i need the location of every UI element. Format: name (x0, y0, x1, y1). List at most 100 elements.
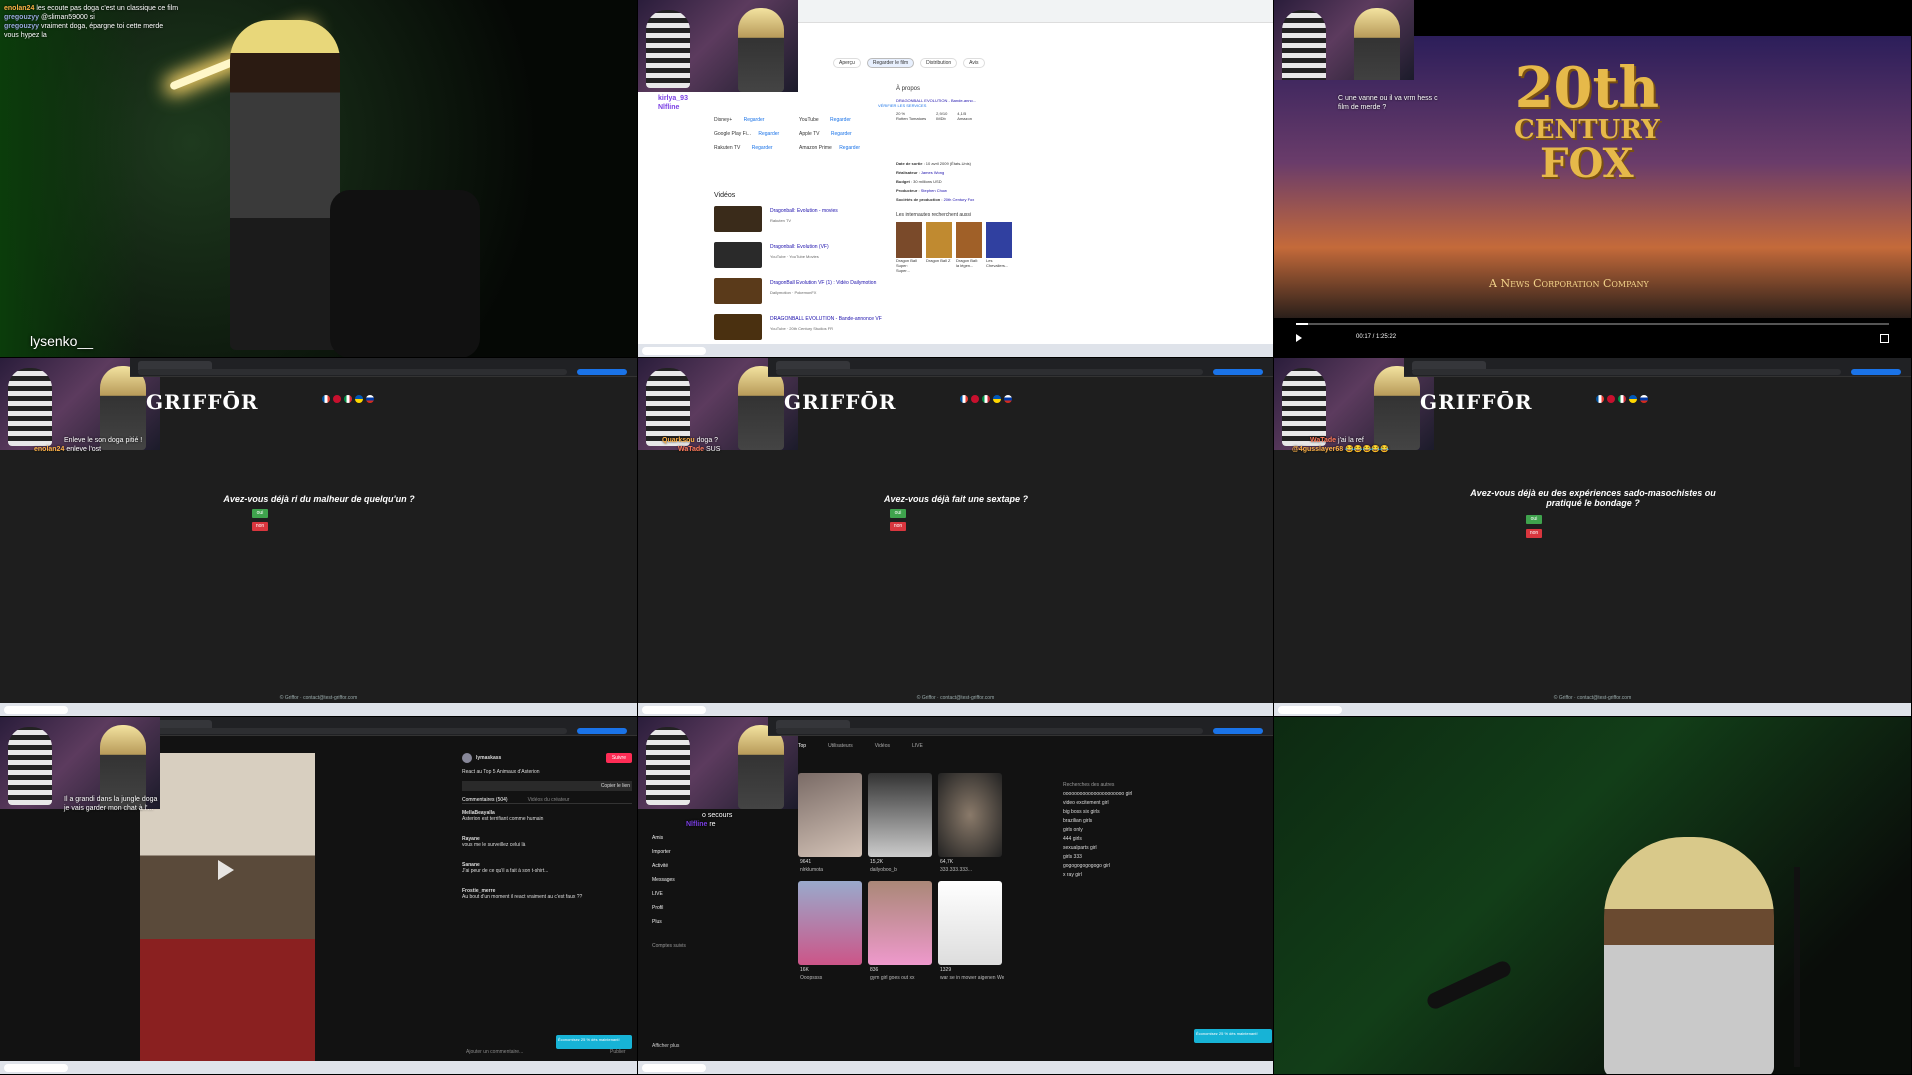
also-item[interactable]: Les Chevaliers... (986, 222, 1012, 273)
sidebar-item-profil[interactable]: Profil (652, 905, 663, 911)
browser-account-button[interactable] (577, 728, 627, 734)
result-user[interactable]: 333.333.333... (940, 867, 972, 873)
taskbar-search[interactable] (4, 1063, 68, 1072)
related-item[interactable]: oooooooooooooooooooooo girl (1063, 790, 1132, 799)
sidebar-item-importer[interactable]: Importer (652, 849, 671, 855)
griffor-logo[interactable]: GRIFFŌR (146, 390, 259, 414)
browser-account-button[interactable] (1851, 369, 1901, 375)
also-item[interactable]: Dragon Ball: la légen... (956, 222, 982, 273)
taskbar-search[interactable] (642, 705, 706, 714)
related-item[interactable]: video excitement girl (1063, 799, 1132, 808)
author-name[interactable]: lymaskass (476, 755, 501, 761)
follow-button[interactable]: Suivre (605, 753, 632, 763)
related-item[interactable]: brazilian girls (1063, 817, 1132, 826)
taskbar-search[interactable] (4, 705, 68, 714)
tab-videos[interactable]: Vidéos (875, 743, 890, 749)
flag-ru-icon[interactable] (1640, 395, 1648, 403)
sidebar-item-amis[interactable]: Amis (652, 835, 663, 841)
flag-ua-icon[interactable] (1629, 395, 1637, 403)
related-item[interactable]: 444 girls (1063, 835, 1132, 844)
flag-it-icon[interactable] (344, 395, 352, 403)
player-progress[interactable] (1296, 323, 1889, 325)
result-user[interactable]: gym girl goes out xx (870, 975, 914, 981)
flag-ru-icon[interactable] (1004, 395, 1012, 403)
sidebar-item-plus[interactable]: Plus (652, 919, 662, 925)
result-card[interactable] (868, 773, 932, 857)
video-result[interactable]: Dragonball: Evolution (VF) YouTube · You… (714, 242, 894, 278)
flag-it-icon[interactable] (982, 395, 990, 403)
related-item[interactable]: sexualparts girl (1063, 844, 1132, 853)
show-more-link[interactable]: Afficher plus (652, 1043, 679, 1049)
taskbar-search[interactable] (642, 346, 706, 355)
service-item[interactable]: Google Play Fi... Regarder (714, 131, 799, 137)
taskbar-search[interactable] (642, 1063, 706, 1072)
fullscreen-icon[interactable] (1880, 334, 1889, 343)
service-item[interactable]: YouTube Regarder (799, 117, 884, 123)
also-item[interactable]: Dragon Ball Z (926, 222, 952, 273)
service-item[interactable]: Rakuten TV Regarder (714, 145, 799, 151)
address-bar[interactable] (1412, 369, 1841, 375)
tab-users[interactable]: Utilisateurs (828, 743, 853, 749)
address-bar[interactable] (138, 728, 567, 734)
address-bar[interactable] (776, 728, 1203, 734)
flag-fr-icon[interactable] (322, 395, 330, 403)
copy-link-button[interactable]: Copier le lien (601, 783, 630, 789)
tab-live[interactable]: LIVE (912, 743, 923, 749)
related-item[interactable]: gogogogogogogo girl (1063, 862, 1132, 871)
related-item[interactable]: big boss six girls (1063, 808, 1132, 817)
flag-it-icon[interactable] (1618, 395, 1626, 403)
flag-fr-icon[interactable] (1596, 395, 1604, 403)
sidebar-item-live[interactable]: LIVE (652, 891, 663, 897)
result-card[interactable] (798, 881, 862, 965)
result-card[interactable] (868, 881, 932, 965)
griffor-logo[interactable]: GRIFFŌR (784, 390, 897, 414)
no-button[interactable]: non (890, 522, 906, 531)
taskbar-search[interactable] (1278, 705, 1342, 714)
address-bar[interactable] (776, 369, 1203, 375)
play-icon[interactable] (1296, 334, 1302, 342)
result-card[interactable] (938, 881, 1002, 965)
add-comment-input[interactable]: Ajouter un commentaire... (466, 1049, 523, 1055)
no-button[interactable]: non (252, 522, 268, 531)
no-button[interactable]: non (1526, 529, 1542, 538)
sidebar-item-messages[interactable]: Messages (652, 877, 675, 883)
service-item[interactable]: Disney+ Regarder (714, 117, 799, 123)
flag-uk-icon[interactable] (333, 395, 341, 403)
result-user[interactable]: nlrklumota (800, 867, 823, 873)
related-item[interactable]: girls only (1063, 826, 1132, 835)
result-card[interactable] (938, 773, 1002, 857)
related-item[interactable]: girls 333 (1063, 853, 1132, 862)
service-item[interactable]: Amazon Prime Regarder (799, 145, 884, 151)
yes-button[interactable]: oui (890, 509, 906, 518)
service-item[interactable]: Apple TV Regarder (799, 131, 884, 137)
browser-account-button[interactable] (1213, 728, 1263, 734)
flag-ru-icon[interactable] (366, 395, 374, 403)
tab-regarder[interactable]: Regarder le film (866, 58, 915, 68)
flag-uk-icon[interactable] (971, 395, 979, 403)
yes-button[interactable]: oui (252, 509, 268, 518)
related-item[interactable]: x ray girl (1063, 871, 1132, 880)
tab-avis[interactable]: Avis (963, 58, 985, 68)
griffor-logo[interactable]: GRIFFŌR (1420, 390, 1533, 414)
promo-banner[interactable]: Économisez 25 % dès maintenant! (556, 1035, 632, 1049)
flag-fr-icon[interactable] (960, 395, 968, 403)
result-user[interactable]: dailyoboo_b (870, 867, 897, 873)
tab-apercu[interactable]: Aperçu (833, 58, 861, 68)
also-item[interactable]: Dragon Ball Super: Super... (896, 222, 922, 273)
yes-button[interactable]: oui (1526, 515, 1542, 524)
tab-comments[interactable]: Commentaires (504) (462, 797, 508, 803)
post-button[interactable]: Publier (610, 1049, 626, 1055)
result-user[interactable]: war se in mower aigenen We... (940, 975, 1004, 981)
avatar[interactable] (462, 753, 472, 763)
address-bar[interactable] (138, 369, 567, 375)
tab-creator-videos[interactable]: Vidéos du créateur (528, 797, 570, 803)
flag-ua-icon[interactable] (355, 395, 363, 403)
browser-account-button[interactable] (577, 369, 627, 375)
flag-ua-icon[interactable] (993, 395, 1001, 403)
tab-top[interactable]: Top (798, 743, 806, 749)
sidebar-item-activite[interactable]: Activité (652, 863, 668, 869)
play-icon[interactable] (218, 860, 234, 880)
video-player[interactable] (140, 753, 315, 1063)
promo-banner[interactable]: Économisez 25 % dès maintenant! (1194, 1029, 1272, 1043)
result-card[interactable] (798, 773, 862, 857)
